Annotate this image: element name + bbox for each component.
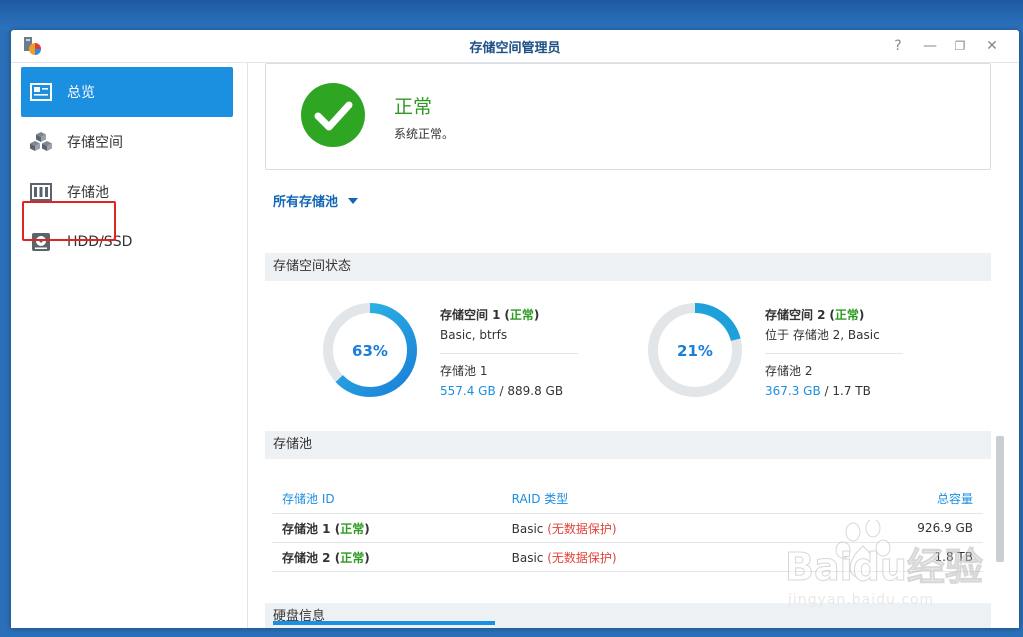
raid-type: Basic [511, 521, 544, 536]
volume-status: 正常 [509, 308, 534, 322]
column-header-raid-type[interactable]: RAID 类型 [501, 483, 822, 514]
pool-id: 存储池 1 [282, 521, 331, 536]
volume-detail: 位于 存储池 2, Basic [765, 328, 880, 342]
volume-usage-donut: 63% [323, 303, 417, 397]
volume-total: 889.8 GB [507, 384, 564, 398]
raid-type: Basic [511, 550, 544, 565]
overview-icon [29, 81, 53, 103]
status-title: 正常 [394, 96, 433, 118]
usage-percent-label: 63% [352, 342, 388, 360]
sidebar-item-volume[interactable]: 存储空间 [21, 117, 233, 167]
sidebar-item-overview[interactable]: 总览 [21, 67, 233, 117]
system-status-card: 正常 系统正常。 [265, 63, 991, 170]
title-bar: 存储空间管理员 ? — ❐ ✕ [11, 30, 1019, 63]
caret-down-icon [348, 197, 359, 204]
volume-info: 存储空间 1 (正常) Basic, btrfs 存储池 1 557.4 GB … [440, 305, 578, 401]
column-header-pool-id[interactable]: 存储池 ID [272, 483, 502, 514]
volume-used: 367.3 GB [765, 384, 821, 398]
volume-used: 557.4 GB [440, 384, 496, 398]
raid-note: (无数据保护) [547, 550, 617, 565]
volume-usage-donut: 21% [648, 303, 742, 397]
section-header-volume-status: 存储空间状态 [265, 253, 991, 281]
volume-info: 存储空间 2 (正常) 位于 存储池 2, Basic 存储池 2 367.3 … [765, 305, 903, 401]
minimize-button[interactable]: — [919, 35, 941, 57]
sidebar-item-label: 总览 [67, 85, 95, 101]
watermark-url: jingyan.baidu.com [788, 592, 935, 608]
pool-status: 正常 [340, 550, 365, 565]
highlight-box [22, 201, 116, 241]
sidebar-item-label: 存储池 [67, 185, 109, 201]
desktop-background [0, 0, 1023, 30]
scrollbar[interactable] [996, 436, 1004, 562]
raid-note: (无数据保护) [547, 521, 617, 536]
disk-info-bar [273, 621, 495, 625]
column-header-capacity[interactable]: 总容量 [821, 483, 983, 514]
volume-name: 存储空间 2 [765, 308, 826, 322]
sidebar-item-label: 存储空间 [67, 135, 123, 151]
section-header-storage-pool: 存储池 [265, 431, 991, 459]
maximize-button[interactable]: ❐ [949, 35, 971, 57]
sidebar: 总览 存储空间 存储池 HDD/SSD [11, 63, 248, 628]
pool-filter-label: 所有存储池 [273, 195, 339, 210]
volume-total: 1.7 TB [832, 384, 871, 398]
help-button[interactable]: ? [887, 35, 909, 57]
volume-status: 正常 [834, 308, 859, 322]
table-header-row: 存储池 ID RAID 类型 总容量 [272, 483, 983, 514]
check-icon [301, 83, 365, 147]
close-button[interactable]: ✕ [981, 35, 1003, 57]
volume-detail: Basic, btrfs [440, 328, 508, 342]
storage-pool-icon [29, 181, 53, 203]
usage-percent-label: 21% [677, 342, 713, 360]
pool-id: 存储池 2 [282, 550, 331, 565]
watermark-brand: Baidu经验 [785, 545, 983, 589]
cubes-icon [29, 131, 53, 153]
pool-filter-dropdown[interactable]: 所有存储池 [273, 191, 359, 210]
window-title: 存储空间管理员 [469, 41, 561, 56]
volume-pool: 存储池 2 [765, 364, 813, 378]
pool-status: 正常 [340, 521, 365, 536]
volume-name: 存储空间 1 [440, 308, 501, 322]
status-description: 系统正常。 [394, 127, 455, 141]
volume-pool: 存储池 1 [440, 364, 488, 378]
